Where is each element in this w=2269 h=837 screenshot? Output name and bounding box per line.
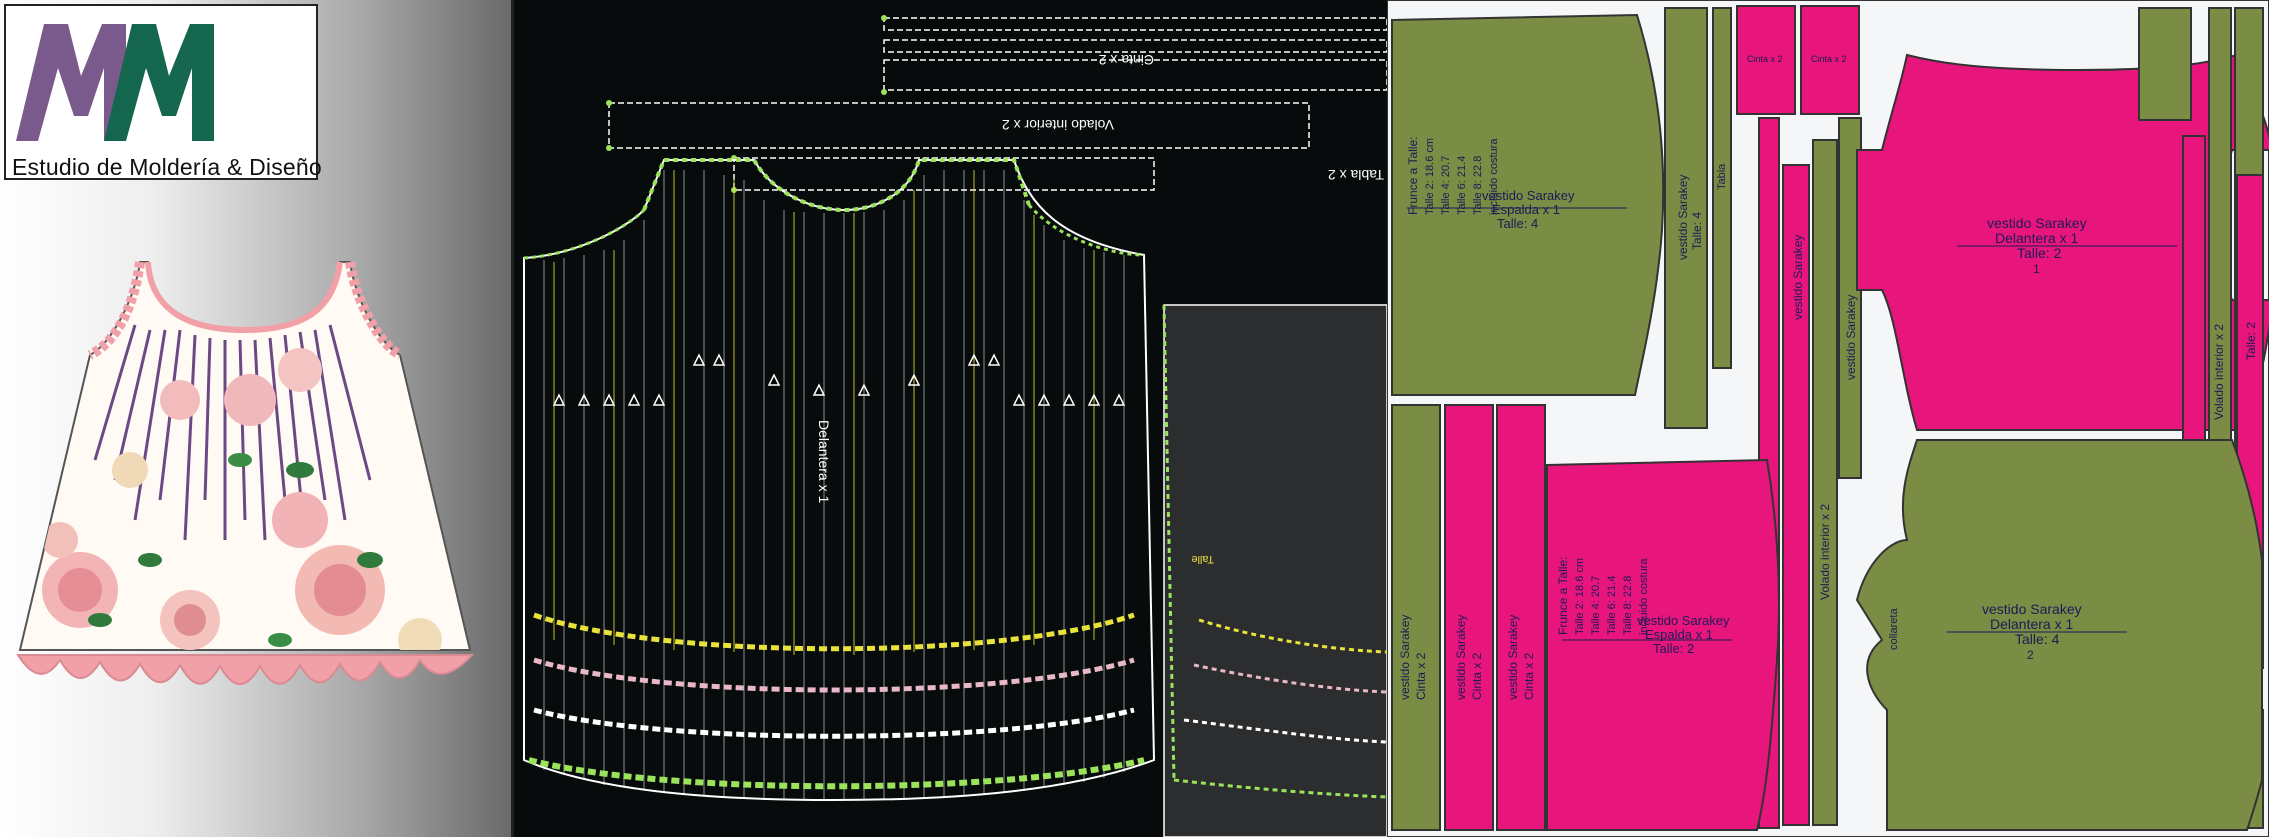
dress-illustration xyxy=(16,261,475,685)
illustration-panel: Estudio de Moldería & Diseño xyxy=(0,0,514,837)
cad-label-cinta: Cinta x 2 xyxy=(1099,52,1154,68)
piece-front-pink-subtitle: Delantera x 1 xyxy=(1995,230,2078,246)
tab-pink-1-label: Cinta x 2 xyxy=(1747,54,1783,64)
piece-skirt-green-line4: Talle 8: 22.8 xyxy=(1472,156,1484,215)
piece-skirt-pink-line4: Talle 8: 22.8 xyxy=(1622,576,1634,635)
tab-pink-2-label: Cinta x 2 xyxy=(1811,54,1847,64)
piece-skirt-green-title: vestido Sarakey xyxy=(1482,188,1575,203)
piece-front-green-num: 2 xyxy=(2027,648,2034,662)
piece-skirt-pink-frunce: Frunce a Talle: xyxy=(1556,557,1570,636)
piece-front-green-collareta: collareta xyxy=(1888,608,1900,650)
piece-skirt-pink-line2: Talle 4: 20.7 xyxy=(1590,576,1602,635)
piece-front-green-subtitle: Delantera x 1 xyxy=(1990,616,2073,632)
piece-skirt-green-line2: Talle 4: 20.7 xyxy=(1440,156,1452,215)
piece-skirt-pink-line3: Talle 6: 21.4 xyxy=(1606,576,1618,635)
strip-bl-1-cinta: Cinta x 2 xyxy=(1414,652,1428,700)
strip-bl-2-title: vestido Sarakey xyxy=(1454,615,1468,700)
strip-right-volado: Volado interior x 2 xyxy=(2212,324,2226,420)
strip-title-1: vestido Sarakey xyxy=(1676,175,1690,260)
strip-bl-2-cinta: Cinta x 2 xyxy=(1470,652,1484,700)
cad-label-tabla: Tabla x 2 xyxy=(1328,167,1384,183)
strip-bl-3-title: vestido Sarakey xyxy=(1506,615,1520,700)
cad-label-talle: Talle xyxy=(1191,553,1214,565)
piece-front-green-size: Talle: 4 xyxy=(2015,631,2060,647)
strip-green-volado: Volado interior x 2 xyxy=(1818,504,1832,600)
piece-skirt-pink-line1: Talle 2: 18.6 cm xyxy=(1574,558,1586,635)
cad-label-volado: Volado interior x 2 xyxy=(1002,117,1114,133)
piece-skirt-pink-size: Talle: 2 xyxy=(1653,641,1694,656)
piece-front-pink-title: vestido Sarakey xyxy=(1987,215,2087,231)
piece-front-green-title: vestido Sarakey xyxy=(1982,601,2082,617)
piece-skirt-green-frunce: Frunce a Talle: xyxy=(1406,137,1420,216)
piece-front-pink-num: 1 xyxy=(2033,262,2040,276)
piece-skirt-green-line3: Talle 6: 21.4 xyxy=(1456,156,1468,215)
marker-layout: Frunce a Talle: Talle 2: 18.6 cm Talle 4… xyxy=(1387,0,2269,837)
strip-tabla-1: Tabla xyxy=(1716,163,1728,190)
cad-workspace-panel: Cinta x 2 Volado interior x 2 Tabla x 2 xyxy=(514,0,1387,837)
strip-pink-title: vestido Sarakey xyxy=(1791,235,1805,320)
piece-front-pink-size: Talle: 2 xyxy=(2017,245,2062,261)
piece-skirt-green-subtitle: Espalda x 1 xyxy=(1492,202,1560,217)
piece-skirt-green-line1: Talle 2: 18.6 cm xyxy=(1424,138,1436,215)
strip-right-talle2: Talle: 2 xyxy=(2244,322,2258,360)
piece-skirt-green-size: Talle: 4 xyxy=(1497,216,1538,231)
marker-layout-panel: Frunce a Talle: Talle 2: 18.6 cm Talle 4… xyxy=(1387,0,2269,837)
piece-skirt-pink-title: vestido Sarakey xyxy=(1637,613,1730,628)
cad-label-front: Delantera x 1 xyxy=(816,420,832,503)
strip-bl-1-title: vestido Sarakey xyxy=(1398,615,1412,700)
cad-pattern-view: Cinta x 2 Volado interior x 2 Tabla x 2 xyxy=(523,15,1387,837)
piece-front-green xyxy=(1855,439,2263,831)
strip-bl-3-cinta: Cinta x 2 xyxy=(1522,652,1536,700)
strip-green-title: vestido Sarakey xyxy=(1844,295,1858,380)
strip-talle-1: Talle: 4 xyxy=(1690,212,1704,250)
